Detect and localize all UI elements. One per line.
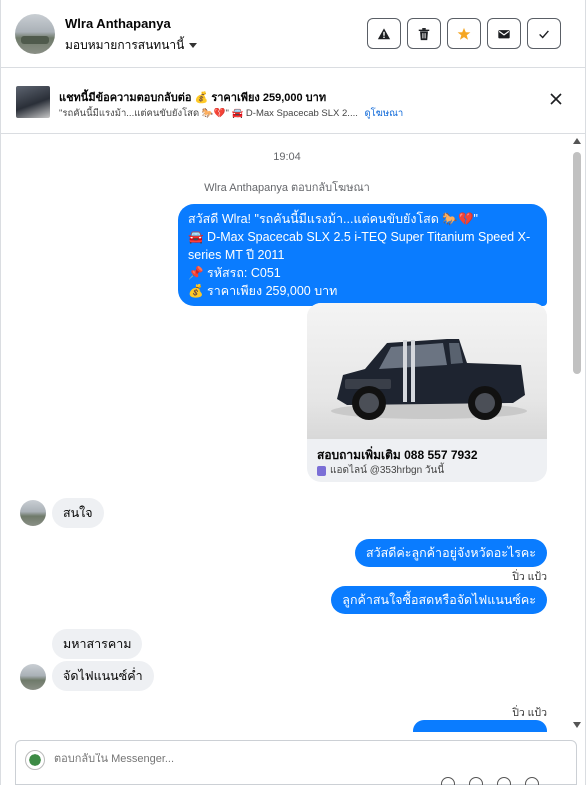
mark-unread-button[interactable] (487, 18, 521, 49)
message-composer (15, 740, 577, 785)
thread-actions (367, 18, 561, 49)
star-button[interactable] (447, 18, 481, 49)
message-bubble: สวัสดีค่ะลูกค้าอยู่จังหวัดอะไรคะ (354, 539, 547, 567)
ad-context-banner: แชทนี้มีข้อความตอบกลับต่อ 💰 ราคาเพียง 25… (1, 68, 585, 134)
like-icon[interactable] (525, 777, 539, 785)
seen-indicator: ปิ่ว แป้ว (512, 707, 547, 719)
message-list[interactable]: 19:04 Wlra Anthapanya ตอบกลับโฆษณา สวัสด… (1, 134, 573, 732)
car-image-card[interactable]: สอบถามเพิ่มเติม 088 557 7932 แอดไลน์ @35… (307, 303, 547, 482)
message-bubble: จัดไฟแนนซ์ค่ำ (52, 661, 154, 691)
trash-icon (418, 27, 430, 40)
gif-icon[interactable] (497, 777, 511, 785)
assign-dropdown[interactable]: มอบหมายการสนทนานี้ (65, 36, 198, 55)
check-icon (539, 29, 549, 39)
message-bubble: มหาสารคาม (52, 629, 143, 659)
mail-icon (498, 29, 510, 38)
emoji-icon[interactable] (469, 777, 483, 785)
banner-subtitle: "รถคันนี้มีแรงม้า...แต่คนขับยังโสด 🐎💔" 🚘… (59, 106, 403, 121)
timestamp: 19:04 (273, 151, 301, 163)
message-line: สวัสดี Wlra! "รถคันนี้มีแรงม้า...แต่คนขั… (188, 212, 478, 226)
card-meta: แอดไลน์ @353hrbgn วันนี้ (317, 463, 444, 478)
banner-title: แชทนี้มีข้อความตอบกลับต่อ 💰 ราคาเพียง 25… (59, 92, 327, 104)
star-icon (457, 27, 471, 40)
card-meta-text: แอดไลน์ @353hrbgn วันนี้ (330, 465, 445, 476)
warning-icon (377, 27, 391, 39)
attach-icon[interactable] (441, 777, 455, 785)
seen-indicator: ปิ่ว แป้ว (512, 571, 547, 583)
reply-input[interactable] (54, 753, 534, 765)
message-line: 📌 รหัสรถ: C051 (188, 266, 281, 280)
view-ad-link[interactable]: ดูโฆษณา (365, 108, 404, 119)
scroll-down-icon[interactable] (573, 722, 581, 728)
message-line: 🚘 D-Max Spacecab SLX 2.5 i-TEQ Super Tit… (188, 230, 531, 262)
avatar[interactable] (20, 664, 46, 690)
mark-done-button[interactable] (527, 18, 561, 49)
mark-spam-button[interactable] (367, 18, 401, 49)
chat-scrollbar[interactable] (573, 138, 581, 728)
composer-toolbar (441, 777, 539, 785)
assign-label: มอบหมายการสนทนานี้ (65, 38, 185, 52)
scroll-up-icon[interactable] (573, 138, 581, 144)
page-avatar (25, 750, 45, 770)
banner-subtitle-text: "รถคันนี้มีแรงม้า...แต่คนขับยังโสด 🐎💔" 🚘… (59, 108, 358, 119)
avatar[interactable] (15, 14, 55, 54)
car-photo (307, 303, 547, 439)
caret-down-icon (189, 43, 198, 48)
pickup-truck-image (331, 339, 527, 420)
delete-button[interactable] (407, 18, 441, 49)
contact-name[interactable]: Wlra Anthapanya (65, 16, 171, 31)
message-bubble-partial (413, 720, 547, 732)
line-app-icon (317, 465, 326, 476)
message-line: 💰 ราคาเพียง 259,000 บาท (188, 284, 338, 298)
ad-thumbnail (16, 86, 50, 118)
ad-reply-note: Wlra Anthapanya ตอบกลับโฆษณา (204, 182, 370, 194)
message-bubble: สนใจ (52, 498, 104, 528)
close-icon[interactable] (549, 92, 563, 106)
ad-greeting-message: สวัสดี Wlra! "รถคันนี้มีแรงม้า...แต่คนขั… (178, 204, 547, 306)
thread-header: Wlra Anthapanya มอบหมายการสนทนานี้ (1, 0, 585, 68)
avatar[interactable] (20, 500, 46, 526)
scroll-thumb[interactable] (573, 152, 581, 374)
message-bubble: ลูกค้าสนใจซื้อสดหรือจัดไฟแนนซ์คะ (331, 586, 547, 614)
messenger-thread: Wlra Anthapanya มอบหมายการสนทนานี้ แชทนี… (0, 0, 586, 785)
